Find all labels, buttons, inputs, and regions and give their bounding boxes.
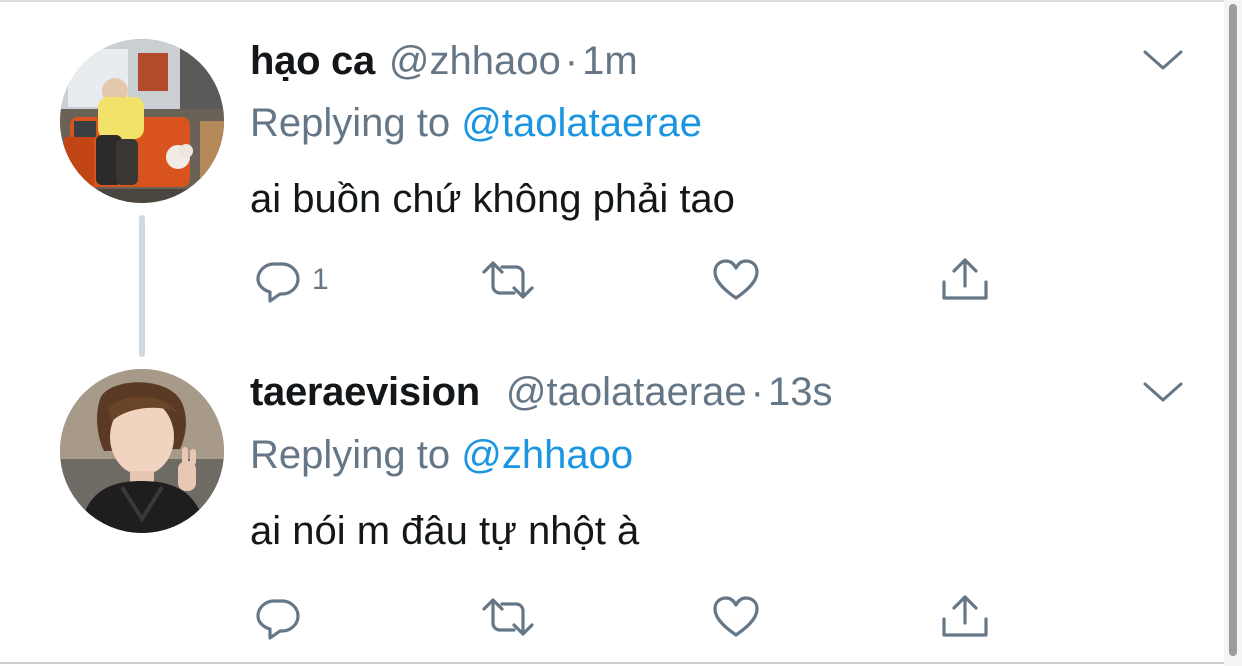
reply-icon [256, 599, 300, 640]
tweet-header: hạo ca @zhhaoo · 1m [250, 38, 638, 84]
user-handle[interactable]: @zhhaoo [389, 39, 561, 83]
retweet-icon [482, 261, 534, 299]
replying-to-label: Replying to [250, 101, 451, 145]
avatar-photo [60, 39, 224, 203]
scrollbar-thumb[interactable] [1229, 4, 1237, 656]
retweet-icon [482, 598, 534, 636]
retweet-button[interactable] [480, 591, 546, 643]
scrollbar[interactable] [1224, 0, 1242, 666]
retweet-button[interactable] [480, 254, 546, 306]
reply-button[interactable] [254, 591, 312, 643]
separator-dot: · [564, 39, 579, 83]
like-button[interactable] [712, 591, 770, 643]
more-options-button[interactable] [1142, 48, 1184, 72]
share-button[interactable] [940, 591, 990, 643]
replying-to-handle-link[interactable]: @taolataerae [461, 101, 702, 145]
replying-to: Replying to @zhhaoo [250, 432, 633, 478]
share-icon [942, 258, 988, 300]
display-name[interactable]: hạo ca [250, 39, 375, 83]
heart-icon [713, 596, 759, 637]
tweet-actions: 1 [0, 254, 1222, 306]
share-button[interactable] [940, 254, 990, 306]
avatar-photo [60, 369, 224, 533]
reply-count: 1 [312, 263, 329, 296]
reply-icon [256, 262, 300, 303]
tweet[interactable]: taeraevision @taolataerae · 13s Replying to… [0, 334, 1222, 662]
timestamp[interactable]: 1m [582, 39, 638, 83]
tweet-text: ai nói m đâu tự nhột à [250, 509, 640, 553]
more-options-button[interactable] [1142, 380, 1184, 404]
avatar[interactable] [60, 39, 224, 203]
chevron-down-icon [1143, 50, 1183, 70]
tweet-actions [0, 591, 1222, 643]
replying-to-label: Replying to [250, 433, 451, 477]
user-handle[interactable]: @taolataerae [506, 370, 747, 414]
like-button[interactable] [712, 254, 770, 306]
chevron-down-icon [1143, 382, 1183, 402]
tweet-text: ai buồn chứ không phải tao [250, 177, 735, 221]
replying-to-handle-link[interactable]: @zhhaoo [461, 433, 633, 477]
heart-icon [713, 259, 759, 300]
reply-button[interactable]: 1 [254, 254, 329, 306]
display-name[interactable]: taeraevision [250, 370, 480, 414]
share-icon [942, 595, 988, 637]
tweet-header: taeraevision @taolataerae · 13s [250, 369, 832, 415]
timestamp[interactable]: 13s [768, 370, 833, 414]
bottom-divider [0, 662, 1228, 664]
avatar[interactable] [60, 369, 224, 533]
replying-to: Replying to @taolataerae [250, 100, 702, 146]
tweet[interactable]: hạo ca @zhhaoo · 1m Replying to @taolataera… [0, 0, 1222, 334]
separator-dot: · [750, 370, 764, 414]
